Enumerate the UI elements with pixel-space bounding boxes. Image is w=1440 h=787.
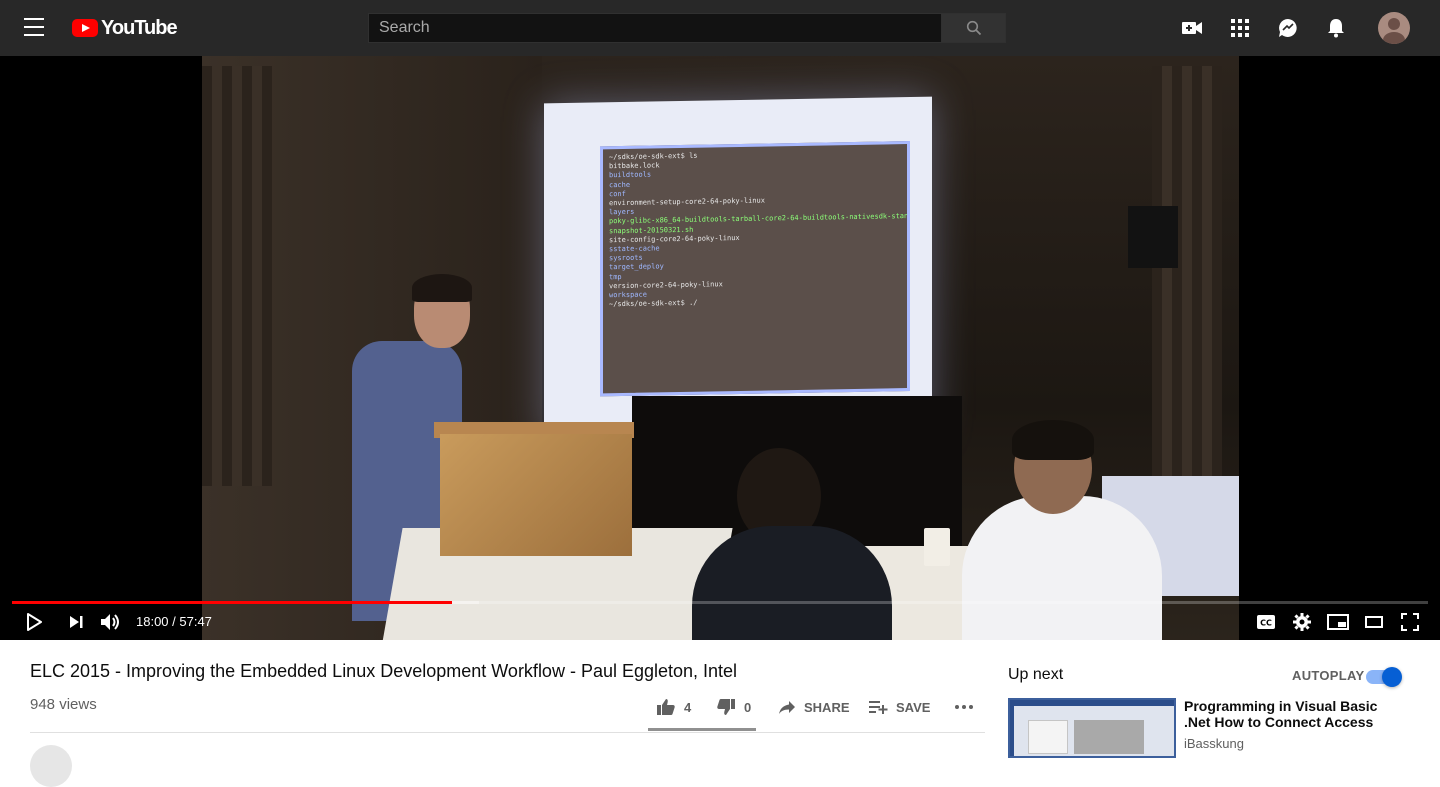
- toggle-knob: [1382, 667, 1402, 687]
- miniplayer-icon: [1327, 614, 1349, 630]
- share-label: SHARE: [804, 699, 850, 715]
- like-button[interactable]: 4: [656, 696, 691, 718]
- fullscreen-button[interactable]: [1398, 611, 1422, 633]
- video-title: ELC 2015 - Improving the Embedded Linux …: [30, 661, 738, 681]
- search-button[interactable]: [942, 13, 1006, 43]
- video-scene-speaker-box: [1128, 206, 1178, 268]
- volume-icon: [101, 614, 119, 630]
- play-button[interactable]: [22, 611, 46, 633]
- autoplay-label: AUTOPLAY: [1292, 668, 1365, 683]
- logo-text: YouTube: [101, 16, 178, 39]
- share-button[interactable]: SHARE: [778, 696, 850, 718]
- theater-mode-button[interactable]: [1362, 611, 1386, 633]
- youtube-logo[interactable]: YouTube: [72, 16, 178, 40]
- more-actions-button[interactable]: [954, 696, 974, 718]
- settings-button[interactable]: [1290, 611, 1314, 633]
- captions-button[interactable]: CC: [1254, 611, 1278, 633]
- account-avatar[interactable]: [1378, 12, 1410, 44]
- player-controls: 18:00 / 57:47 CC: [0, 604, 1440, 640]
- masthead: YouTube: [0, 0, 1440, 56]
- search-box: [368, 13, 1006, 43]
- messages-icon[interactable]: [1276, 16, 1300, 40]
- more-horizontal-icon: [955, 705, 973, 709]
- next-video-title[interactable]: Programming in Visual Basic .Net How to …: [1184, 698, 1384, 730]
- thumbnail-pane: [1074, 720, 1144, 754]
- menu-icon[interactable]: [24, 18, 46, 38]
- view-count: 948 views: [30, 696, 97, 713]
- playlist-add-icon: [869, 701, 888, 714]
- like-dislike-ratio-bar: [648, 728, 756, 731]
- volume-button[interactable]: [99, 611, 123, 633]
- divider: [30, 732, 985, 733]
- search-input[interactable]: [368, 13, 942, 43]
- video-scene-podium: [440, 434, 632, 556]
- time-display: 18:00 / 57:47: [136, 614, 212, 629]
- theater-mode-icon: [1365, 616, 1383, 628]
- share-arrow-icon: [779, 701, 795, 714]
- autoplay-toggle[interactable]: [1366, 667, 1402, 687]
- play-icon: [27, 613, 42, 631]
- up-next-heading: Up next: [1008, 666, 1064, 683]
- projector-screen: ~/sdks/oe-sdk-ext$ ls bitbake.lock buildto…: [544, 96, 932, 440]
- gear-icon: [1293, 613, 1311, 631]
- next-button[interactable]: [64, 611, 88, 633]
- dislike-count: 0: [744, 699, 752, 715]
- search-icon: [966, 20, 981, 36]
- thumbs-down-icon: [717, 699, 735, 715]
- video-scene-audience-hair: [1012, 420, 1094, 460]
- like-count: 4: [684, 699, 692, 715]
- video-scene-curtain: [1152, 66, 1222, 486]
- apps-grid-icon[interactable]: [1228, 16, 1252, 40]
- miniplayer-button[interactable]: [1326, 611, 1350, 633]
- video-scene-coffee-cup: [924, 528, 950, 566]
- next-video-channel[interactable]: iBasskung: [1184, 736, 1244, 751]
- thumbnail-window: [1014, 706, 1174, 756]
- create-video-icon[interactable]: [1180, 16, 1204, 40]
- video-scene-presenter-hair: [412, 274, 472, 302]
- closed-captions-icon: CC: [1257, 615, 1275, 629]
- video-scene-curtain: [202, 66, 272, 486]
- channel-avatar[interactable]: [30, 745, 72, 787]
- terminal-window: ~/sdks/oe-sdk-ext$ ls bitbake.lock buildto…: [600, 140, 910, 397]
- svg-text:CC: CC: [1260, 619, 1272, 628]
- youtube-play-icon: [72, 19, 98, 37]
- thumbs-up-icon: [657, 699, 675, 715]
- save-label: SAVE: [896, 699, 931, 715]
- video-player[interactable]: ~/sdks/oe-sdk-ext$ ls bitbake.lock buildto…: [0, 56, 1440, 640]
- next-video-thumbnail[interactable]: [1008, 698, 1176, 758]
- video-frame[interactable]: ~/sdks/oe-sdk-ext$ ls bitbake.lock buildto…: [202, 56, 1239, 640]
- save-button[interactable]: SAVE: [868, 696, 930, 718]
- fullscreen-icon: [1401, 613, 1419, 631]
- dislike-button[interactable]: 0: [716, 696, 751, 718]
- skip-next-icon: [70, 616, 83, 628]
- thumbnail-form: [1028, 720, 1068, 754]
- notifications-bell-icon[interactable]: [1324, 16, 1348, 40]
